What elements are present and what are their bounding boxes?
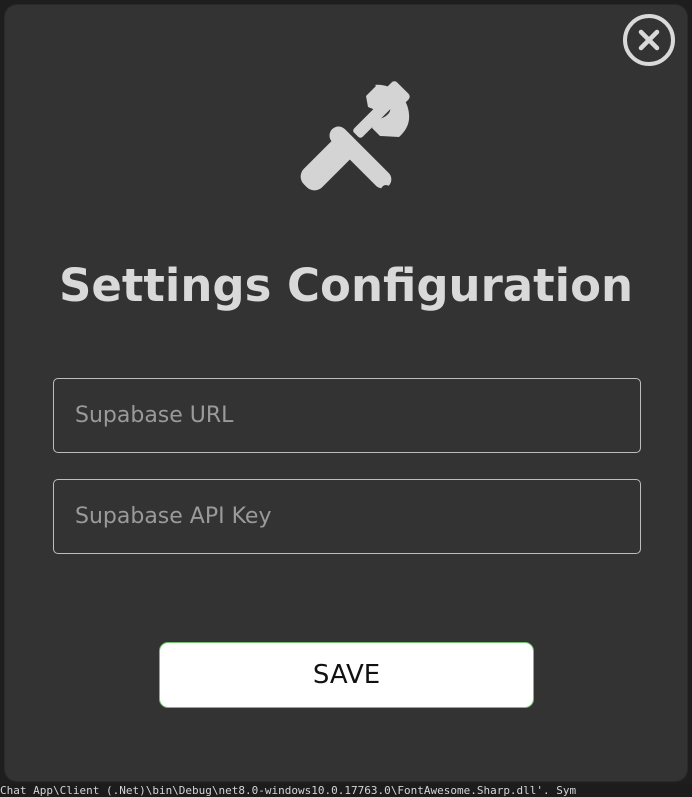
close-icon (638, 29, 660, 51)
close-button[interactable] (623, 14, 675, 66)
supabase-url-field[interactable] (53, 378, 641, 453)
supabase-url-input[interactable] (54, 379, 640, 452)
background-output-text: Chat App\Client (.Net)\bin\Debug\net8.0-… (0, 784, 692, 797)
supabase-api-key-input[interactable] (54, 480, 640, 553)
screwdriver-wrench-icon (293, 81, 410, 196)
page-title: Settings Configuration (58, 259, 634, 312)
save-button[interactable]: SAVE (159, 642, 534, 708)
supabase-api-key-field[interactable] (53, 479, 641, 554)
